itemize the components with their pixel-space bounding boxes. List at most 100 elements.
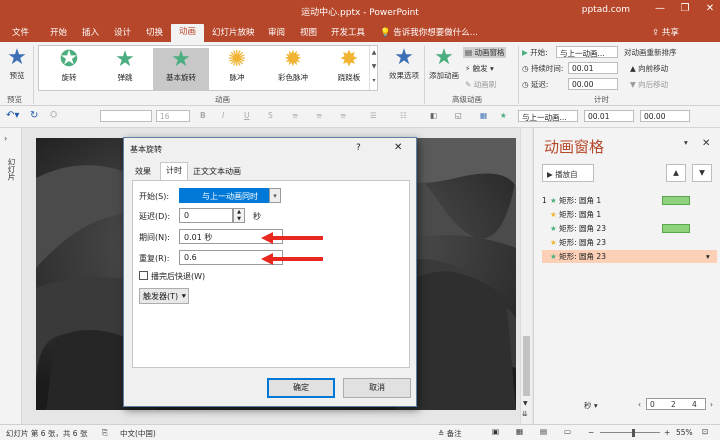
numbering-icon[interactable]: ☷ [400, 111, 407, 120]
tab-insert[interactable]: 插入 [82, 26, 99, 42]
underline-icon[interactable]: U [244, 111, 250, 120]
italic-icon[interactable]: I [222, 111, 224, 120]
language-indicator[interactable]: 中文(中国) [120, 428, 156, 439]
gallery-scroll[interactable]: ▲ ▼ ▾ [369, 46, 378, 90]
toolbar-duration-input[interactable]: 00.01 [584, 110, 634, 122]
preview-button[interactable]: ★ 预览 [4, 46, 30, 81]
zoom-slider-track[interactable] [600, 432, 660, 433]
font-size-select[interactable]: 16 [156, 110, 190, 122]
item-dropdown-icon[interactable]: ▾ [706, 250, 710, 263]
start-dropdown-arrow-icon[interactable]: ▾ [269, 188, 281, 203]
move-later-button[interactable]: ▼ 向后移动 [630, 79, 668, 90]
shape-outline-icon[interactable]: ◱ [455, 111, 462, 120]
effect-basic-spin[interactable]: ★ 基本旋转 [153, 48, 209, 90]
effect-bounce[interactable]: ★ 弹跳 [97, 48, 153, 90]
animation-star-icon[interactable]: ★ [500, 111, 507, 120]
scroll-down-icon[interactable]: ▼ [523, 400, 528, 407]
scroll-thumb[interactable] [523, 336, 530, 396]
animation-painter-button[interactable]: ✎ 动画刷 [465, 79, 496, 90]
zoom-in-button[interactable]: + [664, 428, 670, 437]
rewind-checkbox[interactable] [139, 271, 148, 280]
move-earlier-button[interactable]: ▲ 向前移动 [630, 63, 668, 74]
add-animation-button[interactable]: ★ 添加动画 [426, 46, 462, 81]
undo-icon[interactable]: ↶▾ [6, 110, 19, 121]
move-up-button[interactable]: ▲ [666, 164, 686, 182]
tab-developer[interactable]: 开发工具 [331, 26, 365, 42]
zoom-slider-thumb[interactable] [632, 429, 635, 437]
delay-input[interactable]: 00.00 [568, 78, 618, 90]
dialog-help-button[interactable]: ? [356, 143, 361, 153]
timeline-scroll-right[interactable]: › [710, 400, 713, 409]
animation-list-item[interactable]: ★ 矩形: 圆角 23 [542, 222, 717, 235]
align-right-icon[interactable]: ≡ [340, 111, 346, 120]
share-button[interactable]: ⇪ 共享 [652, 26, 679, 42]
close-button[interactable]: ✕ [700, 3, 720, 14]
bold-icon[interactable]: B [200, 111, 206, 120]
zoom-level[interactable]: 55% [676, 428, 693, 437]
zoom-out-button[interactable]: − [588, 428, 594, 437]
notes-button[interactable]: ≙ 备注 [438, 428, 462, 439]
expand-icon[interactable]: › [4, 134, 7, 143]
effect-rotate[interactable]: ✪ 旋转 [41, 48, 97, 90]
toolbar-start-select[interactable]: 与上一动画... [518, 110, 578, 122]
toolbar-delay-input[interactable]: 00.00 [640, 110, 690, 122]
tab-design[interactable]: 设计 [114, 26, 131, 42]
animation-pane-button[interactable]: ▤ 动画窗格 [463, 47, 507, 58]
effect-options-button[interactable]: ★ 效果选项 [384, 46, 424, 81]
start-dropdown[interactable]: 与上一动画同时 [179, 188, 281, 203]
font-name-select[interactable] [100, 110, 152, 122]
tab-file[interactable]: 文件 [12, 26, 29, 42]
tab-slideshow[interactable]: 幻灯片放映 [212, 26, 255, 42]
play-from-button[interactable]: ▶ 播放自 [542, 164, 594, 182]
page-nav-icon[interactable]: ⇊ [522, 410, 528, 418]
animation-list-item[interactable]: 1 ★ 矩形: 圆角 1 [542, 194, 717, 207]
normal-view-icon[interactable]: ▣ [492, 427, 499, 436]
duration-input[interactable]: 00.01 [568, 62, 618, 74]
delay-input[interactable]: 0 [179, 208, 233, 223]
animation-list-item-selected[interactable]: ★ 矩形: 圆角 23 ▾ [542, 250, 717, 263]
thumbnail-strip[interactable]: › 幻灯片 [0, 128, 22, 424]
restore-button[interactable]: ❐ [675, 3, 695, 14]
redo-icon[interactable]: ↻ [30, 110, 38, 121]
timeline-scroll-left[interactable]: ‹ [638, 400, 641, 409]
vertical-scrollbar[interactable]: ▼ ⇊ [520, 128, 532, 424]
shadow-icon[interactable]: S [268, 111, 273, 120]
align-center-icon[interactable]: ≡ [316, 111, 322, 120]
dialog-close-button[interactable]: ✕ [394, 142, 402, 153]
fit-slide-icon[interactable]: ⊡ [702, 427, 708, 436]
dialog-tab-timing[interactable]: 计时 [160, 162, 188, 180]
tell-me-box[interactable]: 💡 告诉我你想要做什么... [380, 26, 478, 42]
cancel-button[interactable]: 取消 [343, 378, 411, 398]
ok-button[interactable]: 确定 [267, 378, 335, 398]
pane-close-icon[interactable]: ✕ [702, 138, 710, 149]
tab-view[interactable]: 视图 [300, 26, 317, 42]
animation-list-item[interactable]: ★ 矩形: 圆角 23 [542, 236, 717, 249]
animation-list-item[interactable]: ★ 矩形: 圆角 1 [542, 208, 717, 221]
tab-review[interactable]: 审阅 [268, 26, 285, 42]
format-painter-icon[interactable]: ⛭ [50, 110, 57, 120]
minimize-button[interactable]: — [650, 3, 670, 14]
slideshow-view-icon[interactable]: ▭ [564, 427, 571, 436]
trigger-button[interactable]: ⚡ 触发 ▾ [465, 63, 494, 74]
spellcheck-icon[interactable]: ⎘ [102, 428, 108, 438]
effect-color-pulse[interactable]: ✹ 彩色脉冲 [265, 48, 321, 90]
dialog-tab-text-animation[interactable]: 正文文本动画 [188, 164, 246, 180]
pane-dropdown-icon[interactable]: ▾ [684, 138, 688, 147]
tab-home[interactable]: 开始 [50, 26, 67, 42]
start-select[interactable]: 与上一动画... [556, 46, 618, 58]
triggers-button[interactable]: 触发器(T) ⯆ [139, 288, 189, 304]
tab-transitions[interactable]: 切换 [146, 26, 163, 42]
delay-spinner[interactable]: ▲ ▼ [233, 208, 245, 223]
dialog-tab-effect[interactable]: 效果 [130, 164, 156, 180]
align-left-icon[interactable]: ≡ [292, 111, 298, 120]
arrange-icon[interactable]: ▦ [480, 111, 487, 120]
bullets-icon[interactable]: ☰ [370, 111, 377, 120]
shape-fill-icon[interactable]: ◧ [430, 111, 437, 120]
timeline-bar[interactable] [662, 196, 690, 205]
move-down-button[interactable]: ▼ [692, 164, 712, 182]
timeline-bar[interactable] [662, 224, 690, 233]
effect-pulse[interactable]: ✺ 脉冲 [209, 48, 265, 90]
reading-view-icon[interactable]: ▤ [540, 427, 547, 436]
sorter-view-icon[interactable]: ▦ [516, 427, 523, 436]
tab-animations[interactable]: 动画 [171, 24, 205, 42]
